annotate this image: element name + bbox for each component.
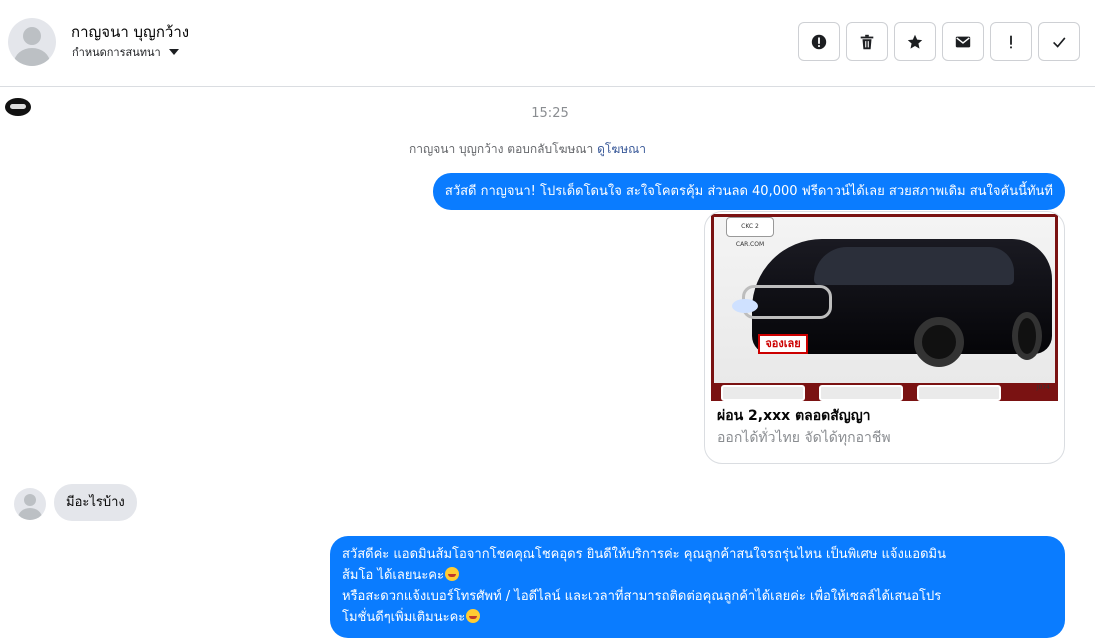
assign-label: กำหนดการสนทนา	[72, 46, 161, 59]
message-line: สวัสดีค่ะ แอดมินส้มโอจากโชคคุณโชคอุดร ยิ…	[342, 547, 946, 562]
view-ad-link[interactable]: ดูโฆษณา	[597, 142, 646, 156]
brand-watermark: CKC 2 CAR.COM	[726, 217, 774, 248]
avatar-body	[14, 48, 50, 66]
ad-card[interactable]: จองเลย CKC 2 CAR.COM J074 ผ่อน 2,xxx ตลอ…	[704, 211, 1065, 464]
smiling-face-with-hearts-icon	[466, 609, 481, 623]
thumbnail-strip	[711, 385, 1058, 401]
car-photo: จองเลย CKC 2 CAR.COM	[714, 217, 1055, 383]
outgoing-message: สวัสดี กาญจนา! โปรเด็ดโดนใจ สะใจโคตรคุ้ม…	[432, 173, 1065, 210]
trash-icon	[860, 34, 874, 49]
car-window	[814, 247, 1014, 285]
assign-conversation-dropdown[interactable]: กำหนดการสนทนา	[72, 43, 179, 61]
ad-reply-note: กาญจนา บุญกว้าง ตอบกลับโฆษณา ดูโฆษณา	[409, 140, 646, 159]
avatar-body	[18, 508, 42, 520]
report-button[interactable]	[798, 22, 840, 61]
ad-card-title: ผ่อน 2,xxx ตลอดสัญญา	[717, 408, 871, 424]
smiling-face-with-hearts-icon	[444, 567, 459, 581]
incoming-message: มีอะไรบ้าง	[54, 484, 137, 521]
ad-card-subtitle: ออกได้ทั่วไทย จัดได้ทุกอาชีพ	[717, 430, 891, 446]
caret-down-icon	[168, 49, 179, 55]
message-timestamp: 15:25	[531, 106, 569, 121]
message-line: ส้มโอ ได้เลยนะคะ	[342, 565, 1053, 586]
car-headlamp	[732, 299, 758, 313]
mark-unread-button[interactable]	[942, 22, 984, 61]
alert-circle-icon	[811, 34, 827, 49]
conversation-header: กาญจนา บุญกว้าง กำหนดการสนทนา	[0, 0, 1095, 87]
thumbnail	[819, 385, 903, 401]
customer-avatar[interactable]	[14, 488, 46, 520]
thumbnail	[721, 385, 805, 401]
mark-done-button[interactable]	[1038, 22, 1080, 61]
message-line-text: โมชั่นดีๆเพิ่มเติมนะคะ	[342, 610, 466, 625]
message-line-text: ส้มโอ ได้เลยนะคะ	[342, 568, 444, 583]
message-line: โมชั่นดีๆเพิ่มเติมนะคะ	[342, 607, 1053, 628]
follow-up-button[interactable]	[990, 22, 1032, 61]
car-wheel	[1012, 312, 1042, 360]
star-button[interactable]	[894, 22, 936, 61]
exclamation-icon	[1010, 35, 1012, 48]
checkmark-icon	[1053, 36, 1066, 48]
delete-button[interactable]	[846, 22, 888, 61]
plate-label: จองเลย	[758, 334, 808, 354]
star-icon	[907, 34, 923, 49]
envelope-icon	[955, 36, 971, 47]
contact-name[interactable]: กาญจนา บุญกว้าง	[71, 20, 189, 44]
avatar-head	[24, 494, 36, 506]
ad-image: จองเลย CKC 2 CAR.COM J074	[711, 214, 1058, 401]
ad-reply-text: กาญจนา บุญกว้าง ตอบกลับโฆษณา	[409, 142, 594, 156]
car-wheel	[914, 317, 964, 367]
thumbnail	[917, 385, 1001, 401]
outgoing-message: สวัสดีค่ะ แอดมินส้มโอจากโชคคุณโชคอุดร ยิ…	[330, 536, 1065, 638]
action-toolbar	[798, 22, 1080, 61]
contact-avatar[interactable]	[8, 18, 56, 66]
message-line: หรือสะดวกแจ้งเบอร์โทรศัพท์ / ไอดีไลน์ แล…	[342, 589, 942, 604]
avatar-head	[23, 27, 41, 45]
